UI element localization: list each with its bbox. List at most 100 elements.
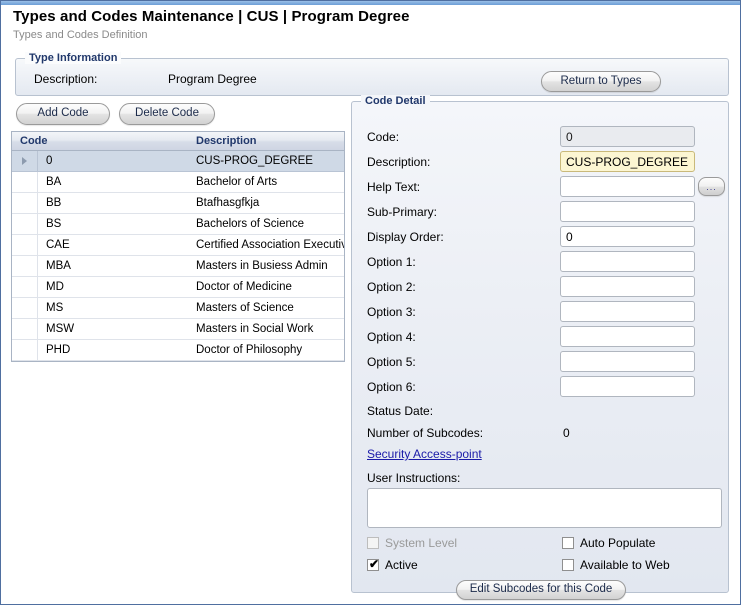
cell-description: Masters in Social Work xyxy=(196,323,314,335)
cell-code: CAE xyxy=(46,239,70,251)
row-selector-gutter xyxy=(12,319,38,339)
code-detail-legend: Code Detail xyxy=(361,95,430,107)
cell-description: Doctor of Medicine xyxy=(196,281,292,293)
option-1-label: Option 1: xyxy=(367,255,416,269)
edit-subcodes-button[interactable]: Edit Subcodes for this Code xyxy=(456,580,626,600)
table-row[interactable]: BS Bachelors of Science xyxy=(12,214,344,235)
checkbox-auto-populate[interactable]: Auto Populate xyxy=(562,536,655,550)
user-instructions-label: User Instructions: xyxy=(367,471,461,485)
table-row[interactable]: PHD Doctor of Philosophy xyxy=(12,340,344,361)
page-title: Types and Codes Maintenance | CUS | Prog… xyxy=(13,8,410,25)
row-selector-gutter xyxy=(12,151,38,171)
cell-code: BA xyxy=(46,176,62,188)
row-selector-gutter xyxy=(12,193,38,213)
codes-table[interactable]: Code Description 0 CUS-PROG_DEGREE BA Bache… xyxy=(11,131,345,362)
checkmark-icon: ✔ xyxy=(369,557,380,571)
page-subtitle: Types and Codes Definition xyxy=(13,29,148,41)
option-6-label: Option 6: xyxy=(367,380,416,394)
code-input xyxy=(560,126,695,147)
checkbox-box-active: ✔ xyxy=(367,557,380,571)
cell-code: MBA xyxy=(46,260,71,272)
types-and-codes-maintenance-window: Types and Codes Maintenance | CUS | Prog… xyxy=(0,0,741,605)
option-2-input[interactable] xyxy=(560,276,695,297)
cell-description: Doctor of Philosophy xyxy=(196,344,303,356)
cell-description: Bachelor of Arts xyxy=(196,176,278,188)
status-date-label: Status Date: xyxy=(367,404,434,418)
user-instructions-textarea[interactable] xyxy=(367,488,722,528)
help-text-browse-button[interactable]: ... xyxy=(698,177,725,196)
type-information-legend: Type Information xyxy=(25,52,122,64)
option-5-input[interactable] xyxy=(560,351,695,372)
cell-description: Bachelors of Science xyxy=(196,218,305,230)
help-text-input[interactable] xyxy=(560,176,695,197)
checkbox-label-active: Active xyxy=(385,558,418,572)
type-description-value: Program Degree xyxy=(168,72,257,86)
checkbox-box-auto-populate xyxy=(562,537,574,549)
description-input[interactable] xyxy=(560,151,695,172)
row-selected-arrow-icon xyxy=(22,157,27,165)
option-3-input[interactable] xyxy=(560,301,695,322)
sub-primary-label: Sub-Primary: xyxy=(367,205,438,219)
cell-code: MD xyxy=(46,281,64,293)
checkbox-system-level[interactable]: System Level xyxy=(367,536,457,550)
cell-code: 0 xyxy=(46,155,53,167)
row-selector-gutter xyxy=(12,256,38,276)
column-header-description[interactable]: Description xyxy=(192,132,344,150)
cell-code: BB xyxy=(46,197,62,209)
option-4-input[interactable] xyxy=(560,326,695,347)
option-4-label: Option 4: xyxy=(367,330,416,344)
type-description-label: Description: xyxy=(34,72,98,86)
cell-description: Btafhasgfkja xyxy=(196,197,260,209)
security-access-point-link[interactable]: Security Access-point xyxy=(367,447,482,461)
delete-code-button[interactable]: Delete Code xyxy=(119,103,215,125)
checkbox-label-available-to-web: Available to Web xyxy=(580,558,670,572)
checkbox-box-system-level xyxy=(367,537,379,549)
checkbox-label-auto-populate: Auto Populate xyxy=(580,536,656,550)
display-order-input[interactable] xyxy=(560,226,695,247)
option-1-input[interactable] xyxy=(560,251,695,272)
table-row[interactable]: MSW Masters in Social Work xyxy=(12,319,344,340)
code-label: Code: xyxy=(367,130,400,144)
row-selector-gutter xyxy=(12,235,38,255)
option-5-label: Option 5: xyxy=(367,355,416,369)
table-row[interactable]: CAE Certified Association Executive xyxy=(12,235,344,256)
row-selector-gutter xyxy=(12,340,38,360)
display-order-label: Display Order: xyxy=(367,230,444,244)
cell-code: BS xyxy=(46,218,62,230)
option-3-label: Option 3: xyxy=(367,305,416,319)
number-of-subcodes-label: Number of Subcodes: xyxy=(367,426,484,440)
table-row[interactable]: 0 CUS-PROG_DEGREE xyxy=(12,151,344,172)
sub-primary-input[interactable] xyxy=(560,201,695,222)
page-header: Types and Codes Maintenance | CUS | Prog… xyxy=(1,5,740,47)
help-text-label: Help Text: xyxy=(367,180,421,194)
cell-description: CUS-PROG_DEGREE xyxy=(196,155,313,167)
table-row[interactable]: MD Doctor of Medicine xyxy=(12,277,344,298)
add-code-button[interactable]: Add Code xyxy=(16,103,110,125)
row-selector-gutter xyxy=(12,214,38,234)
checkbox-label-system-level: System Level xyxy=(385,536,458,550)
checkbox-box-available-to-web xyxy=(562,559,574,571)
cell-code: MSW xyxy=(46,323,75,335)
codes-table-header: Code Description xyxy=(12,132,344,151)
row-selector-gutter xyxy=(12,298,38,318)
option-6-input[interactable] xyxy=(560,376,695,397)
cell-description: Certified Association Executive xyxy=(196,239,344,251)
cell-code: MS xyxy=(46,302,64,314)
column-header-code[interactable]: Code xyxy=(12,132,192,150)
checkbox-active[interactable]: ✔ Active xyxy=(367,558,418,572)
cell-code: PHD xyxy=(46,344,71,356)
table-row[interactable]: BB Btafhasgfkja xyxy=(12,193,344,214)
number-of-subcodes-value: 0 xyxy=(563,426,570,440)
option-2-label: Option 2: xyxy=(367,280,416,294)
table-row[interactable]: BA Bachelor of Arts xyxy=(12,172,344,193)
return-to-types-button[interactable]: Return to Types xyxy=(541,71,661,92)
checkbox-available-to-web[interactable]: Available to Web xyxy=(562,558,670,572)
row-selector-gutter xyxy=(12,172,38,192)
cell-description: Masters in Busiess Admin xyxy=(196,260,328,272)
cell-description: Masters of Science xyxy=(196,302,294,314)
table-row[interactable]: MBA Masters in Busiess Admin xyxy=(12,256,344,277)
description-label: Description: xyxy=(367,155,431,169)
row-selector-gutter xyxy=(12,277,38,297)
table-row[interactable]: MS Masters of Science xyxy=(12,298,344,319)
codes-table-body: 0 CUS-PROG_DEGREE BA Bachelor of Arts BB Btaf… xyxy=(12,151,344,361)
